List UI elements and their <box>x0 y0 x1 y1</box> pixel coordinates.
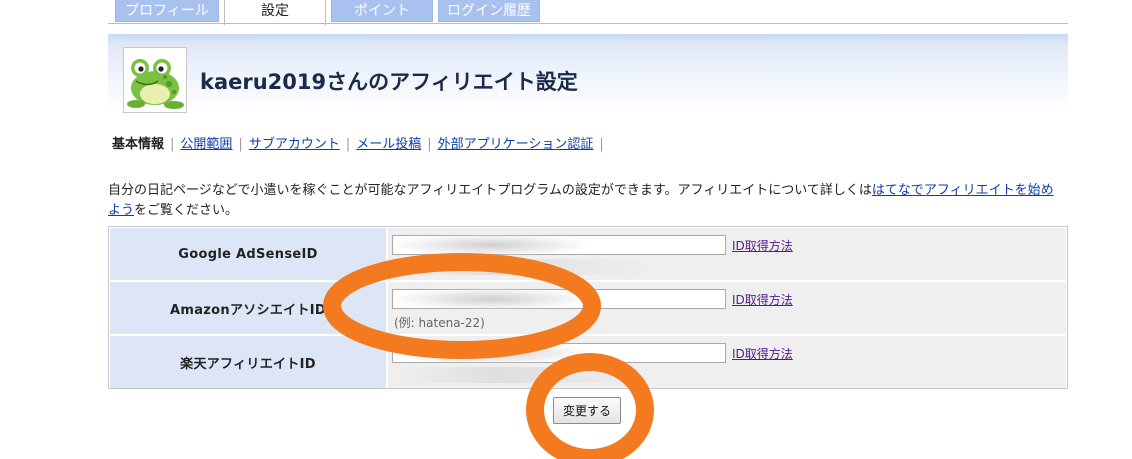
rakuten-field-cell: ID取得方法 <box>388 336 1066 388</box>
subnav-visibility[interactable]: 公開範囲 <box>180 137 232 152</box>
amazon-id-help-link[interactable]: ID取得方法 <box>732 291 793 308</box>
subnav-separator: | <box>345 137 351 152</box>
tab-settings[interactable]: 設定 <box>224 0 326 25</box>
adsense-label: Google AdSenseID <box>110 228 386 280</box>
subnav-external-app-auth[interactable]: 外部アプリケーション認証 <box>438 137 594 152</box>
subnav-separator: | <box>238 137 243 152</box>
redacted-example <box>394 259 654 275</box>
description-text-end: をご覧ください。 <box>134 203 239 218</box>
subnav-separator: | <box>170 137 175 152</box>
tab-login-history[interactable]: ログイン履歴 <box>438 0 540 22</box>
submit-change-button[interactable]: 変更する <box>553 397 621 424</box>
subnav-separator: | <box>599 137 604 152</box>
page-title: kaeru2019さんのアフィリエイト設定 <box>200 70 578 94</box>
subnav-mail-post[interactable]: メール投稿 <box>356 137 421 152</box>
settings-subnav: 基本情報 | 公開範囲 | サブアカウント | メール投稿 | 外部アプリケーション認証 | <box>112 135 610 155</box>
frog-avatar-icon <box>123 47 187 113</box>
amazon-id-input[interactable] <box>392 289 726 309</box>
amazon-label: AmazonアソシエイトID <box>110 282 386 334</box>
tab-divider <box>108 23 1068 24</box>
amazon-id-example: (例: hatena-22) <box>394 316 485 330</box>
settings-row-amazon: AmazonアソシエイトID (例: hatena-22) ID取得方法 <box>110 282 1066 334</box>
subnav-separator: | <box>427 137 432 152</box>
rakuten-id-input[interactable] <box>392 343 726 363</box>
tab-profile[interactable]: プロフィール <box>115 0 219 22</box>
adsense-id-help-link[interactable]: ID取得方法 <box>732 237 793 254</box>
tab-bar: プロフィール 設定 ポイント ログイン履歴 <box>0 0 1132 26</box>
subnav-basic-info: 基本情報 <box>112 137 165 152</box>
redacted-example <box>394 367 654 383</box>
settings-row-rakuten: 楽天アフィリエイトID ID取得方法 <box>110 336 1066 388</box>
rakuten-label: 楽天アフィリエイトID <box>110 336 386 388</box>
subnav-sub-account[interactable]: サブアカウント <box>249 137 340 152</box>
adsense-id-input[interactable] <box>392 235 726 255</box>
affiliate-settings-page: プロフィール 設定 ポイント ログイン履歴 kaeru2019さんのアフィリエイ… <box>0 0 1132 459</box>
settings-row-adsense: Google AdSenseID ID取得方法 <box>110 228 1066 280</box>
affiliate-description: 自分の日記ページなどで小遣いを稼ぐことが可能なアフィリエイトプログラムの設定がで… <box>108 181 1063 221</box>
description-text: 自分の日記ページなどで小遣いを稼ぐことが可能なアフィリエイトプログラムの設定がで… <box>108 183 872 198</box>
amazon-field-cell: (例: hatena-22) ID取得方法 <box>388 282 1066 334</box>
adsense-field-cell: ID取得方法 <box>388 228 1066 280</box>
rakuten-id-help-link[interactable]: ID取得方法 <box>732 345 793 362</box>
affiliate-settings-table: Google AdSenseID ID取得方法 AmazonアソシエイトID (… <box>108 226 1068 389</box>
tab-points[interactable]: ポイント <box>331 0 433 22</box>
